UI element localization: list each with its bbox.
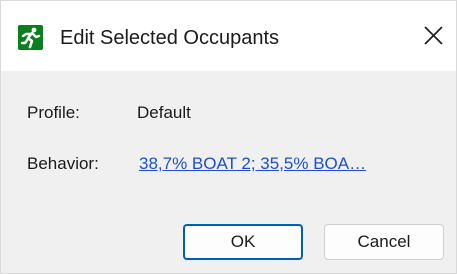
ok-button[interactable]: OK — [183, 224, 303, 260]
behavior-label: Behavior: — [27, 154, 99, 173]
cancel-button[interactable]: Cancel — [324, 224, 444, 260]
profile-value: Default — [137, 103, 191, 122]
edit-occupants-dialog: Edit Selected Occupants Profile: Default… — [0, 0, 457, 274]
close-icon — [424, 26, 443, 45]
close-button[interactable] — [410, 11, 456, 61]
profile-label: Profile: — [27, 103, 80, 122]
window-title: Edit Selected Occupants — [60, 27, 280, 49]
title-bar: Edit Selected Occupants — [1, 1, 456, 71]
running-person-glyph — [20, 27, 41, 49]
behavior-link[interactable]: 38,7% BOAT 2; 35,5% BOA… — [139, 153, 366, 175]
running-person-icon — [18, 25, 43, 50]
